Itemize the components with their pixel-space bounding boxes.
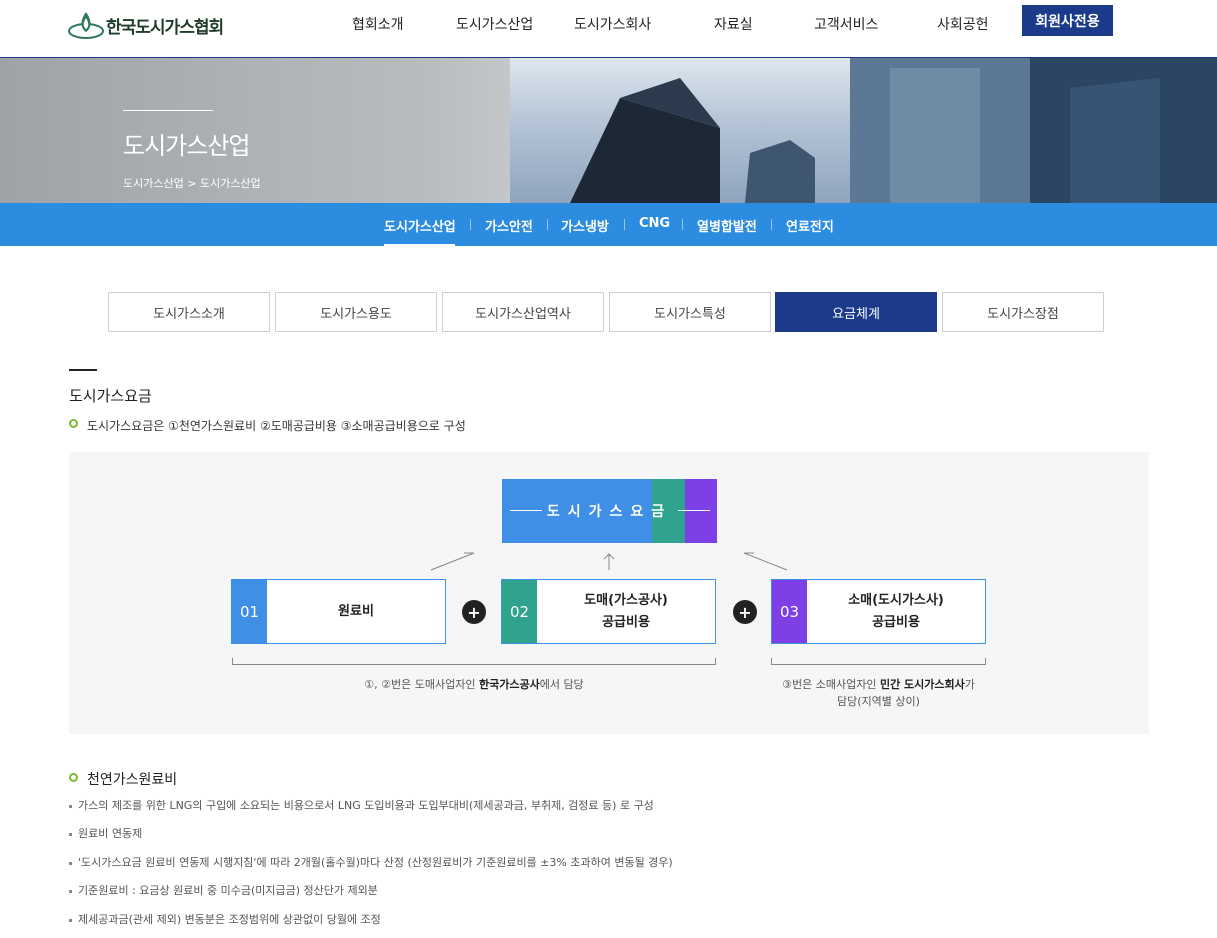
nav-about[interactable]: 협회소개 bbox=[352, 14, 404, 34]
component-label: 소매(도시가스사) 공급비용 bbox=[807, 580, 985, 643]
hero-banner: 도시가스산업 도시가스산업 > 도시가스산업 bbox=[0, 58, 1217, 203]
subnav-divider bbox=[624, 219, 625, 230]
component-number: 03 bbox=[772, 580, 807, 643]
breadcrumb-parent[interactable]: 도시가스산업 bbox=[123, 177, 184, 190]
list-item-text: 가스의 제조를 위한 LNG의 구입에 소요되는 비용으로서 LNG 도입비용과… bbox=[78, 799, 654, 812]
breadcrumb-separator: > bbox=[187, 177, 197, 190]
tab-usage[interactable]: 도시가스용도 bbox=[275, 292, 437, 332]
note-highlight: 민간 도시가스회사 bbox=[879, 678, 965, 691]
subsection-title: 천연가스원료비 bbox=[87, 772, 178, 788]
component-wholesale: 02 도매(가스공사) 공급비용 bbox=[501, 579, 716, 644]
note-text: 담당(지역별 상이) bbox=[837, 695, 920, 708]
buildings-image bbox=[570, 58, 1217, 203]
list-item: 기준원료비 : 요금상 원료비 중 미수금(미지급금) 정산단가 제외분 bbox=[69, 882, 378, 898]
nav-companies[interactable]: 도시가스회사 bbox=[574, 14, 651, 34]
plus-icon: + bbox=[733, 600, 757, 624]
nav-social[interactable]: 사회공헌 bbox=[937, 14, 989, 34]
list-item-text: 제세공과금(관세 제외) 변동분은 조정범위에 상관없이 당월에 조정 bbox=[78, 913, 381, 926]
note-text: ①, ②번은 도매사업자인 bbox=[364, 678, 479, 691]
subnav-gas-cooling[interactable]: 가스냉방 bbox=[561, 216, 609, 235]
square-bullet-icon bbox=[69, 804, 72, 808]
nav-resources[interactable]: 자료실 bbox=[714, 14, 753, 34]
subnav-active-indicator bbox=[384, 244, 455, 247]
tab-advantages[interactable]: 도시가스장점 bbox=[942, 292, 1104, 332]
page-title: 도시가스산업 bbox=[123, 132, 250, 160]
subnav-city-gas[interactable]: 도시가스산업 bbox=[384, 216, 456, 235]
section-title: 도시가스요금 bbox=[69, 387, 152, 405]
bracket-right bbox=[771, 658, 986, 665]
tab-history[interactable]: 도시가스산업역사 bbox=[442, 292, 604, 332]
component-label-line1: 도매(가스공사) bbox=[584, 592, 668, 608]
square-bullet-icon bbox=[69, 861, 72, 865]
list-item: 제세공과금(관세 제외) 변동분은 조정범위에 상관없이 당월에 조정 bbox=[69, 911, 381, 927]
rate-structure-diagram: 도시가스요금 01 원료비 + 02 도매(가스공사) 공급비용 + 03 소매… bbox=[69, 452, 1149, 734]
subnav-divider bbox=[547, 219, 548, 230]
list-item-text: 기준원료비 : 요금상 원료비 중 미수금(미지급금) 정산단가 제외분 bbox=[78, 884, 378, 897]
tab-features[interactable]: 도시가스특성 bbox=[609, 292, 771, 332]
component-raw-material: 01 원료비 bbox=[231, 579, 446, 644]
site-header: 한국도시가스협회 협회소개 도시가스산업 도시가스회사 자료실 고객서비스 사회… bbox=[0, 0, 1217, 58]
list-item-text: 원료비 연동제 bbox=[78, 827, 143, 840]
component-label-line1: 소매(도시가스사) bbox=[848, 592, 944, 608]
list-item-text: '도시가스요금 원료비 연동제 시행지침'에 따라 2개월(홀수월)마다 산정 … bbox=[78, 856, 673, 869]
square-bullet-icon bbox=[69, 832, 72, 836]
breadcrumb-current: 도시가스산업 bbox=[199, 177, 261, 190]
component-label-line2: 공급비용 bbox=[602, 614, 650, 630]
note-highlight: 한국가스공사 bbox=[478, 678, 540, 691]
subnav-cogeneration[interactable]: 열병합발전 bbox=[697, 216, 757, 235]
circle-bullet-icon bbox=[69, 419, 78, 428]
square-bullet-icon bbox=[69, 918, 72, 922]
circle-bullet-icon bbox=[69, 773, 78, 782]
nav-customer-service[interactable]: 고객서비스 bbox=[814, 14, 878, 34]
section-intro: 도시가스요금은 ①천연가스원료비 ②도매공급비용 ③소매공급비용으로 구성 bbox=[87, 419, 466, 433]
component-label: 도매(가스공사) 공급비용 bbox=[537, 580, 715, 643]
subnav-fuel-cell[interactable]: 연료전지 bbox=[786, 216, 834, 235]
component-number: 01 bbox=[232, 580, 267, 643]
hero-decor-line bbox=[123, 110, 213, 111]
list-item: '도시가스요금 원료비 연동제 시행지침'에 따라 2개월(홀수월)마다 산정 … bbox=[69, 854, 673, 870]
component-label-line1: 원료비 bbox=[338, 603, 374, 619]
component-label-line2: 공급비용 bbox=[872, 614, 920, 630]
member-only-button[interactable]: 회원사전용 bbox=[1022, 5, 1113, 36]
tab-intro[interactable]: 도시가스소개 bbox=[108, 292, 270, 332]
sub-nav: 도시가스산업 가스안전 가스냉방 CNG 열병합발전 연료전지 bbox=[0, 203, 1217, 247]
tab-rate-system[interactable]: 요금체계 bbox=[775, 292, 937, 332]
bracket-left bbox=[232, 658, 716, 665]
component-number: 02 bbox=[502, 580, 537, 643]
list-item: 원료비 연동제 bbox=[69, 825, 142, 841]
subnav-divider bbox=[771, 219, 772, 230]
subnav-divider bbox=[470, 219, 471, 230]
breadcrumb: 도시가스산업 > 도시가스산업 bbox=[123, 175, 261, 191]
note-text: 가 bbox=[964, 678, 975, 691]
note-retail: ③번은 소매사업자인 민간 도시가스회사가 담당(지역별 상이) bbox=[771, 676, 986, 710]
note-wholesale: ①, ②번은 도매사업자인 한국가스공사에서 담당 bbox=[232, 676, 716, 693]
note-text: ③번은 소매사업자인 bbox=[782, 678, 880, 691]
nav-industry[interactable]: 도시가스산업 bbox=[456, 14, 533, 34]
subnav-gas-safety[interactable]: 가스안전 bbox=[485, 216, 533, 235]
section-decor-line bbox=[69, 369, 97, 371]
note-text: 에서 담당 bbox=[539, 678, 584, 691]
plus-icon: + bbox=[462, 600, 486, 624]
component-retail: 03 소매(도시가스사) 공급비용 bbox=[771, 579, 986, 644]
subnav-cng[interactable]: CNG bbox=[639, 216, 670, 231]
component-label: 원료비 bbox=[267, 580, 445, 643]
subnav-divider bbox=[682, 219, 683, 230]
list-item: 가스의 제조를 위한 LNG의 구입에 소요되는 비용으로서 LNG 도입비용과… bbox=[69, 797, 654, 813]
square-bullet-icon bbox=[69, 889, 72, 893]
